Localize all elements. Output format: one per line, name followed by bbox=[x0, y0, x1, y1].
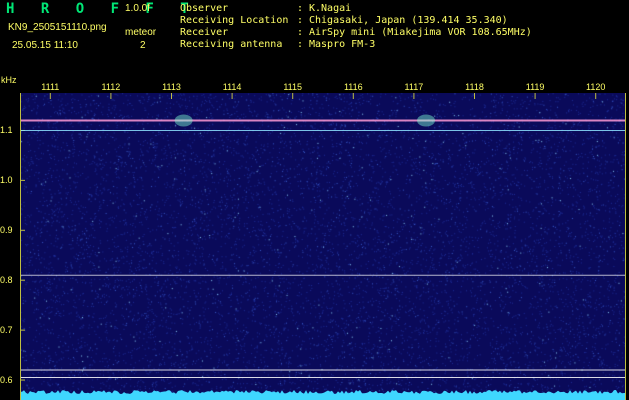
x-tick-label: 1116 bbox=[343, 82, 363, 92]
meteor-count: 2 bbox=[140, 40, 146, 51]
app-title: H R O F F T bbox=[6, 1, 198, 17]
info-row-receiver: Receiver: AirSpy mini (Miakejima VOR 108.… bbox=[180, 27, 532, 39]
x-tick-label: 1114 bbox=[222, 82, 242, 92]
x-tick-label: 1111 bbox=[41, 82, 60, 92]
meteor-echo bbox=[417, 114, 436, 127]
header-panel: H R O F F T 1.0.0f KN9_2505151110.png me… bbox=[0, 0, 629, 76]
y-unit-label: kHz bbox=[1, 75, 17, 85]
info-label: Receiver bbox=[180, 27, 229, 38]
meteor-echo bbox=[174, 114, 193, 127]
info-value: AirSpy mini (Miakejima VOR 108.65MHz) bbox=[309, 27, 532, 38]
info-value: Maspro FM-3 bbox=[309, 39, 376, 50]
x-tick-label: 1113 bbox=[162, 82, 181, 92]
y-tick-label: 1.1 bbox=[0, 125, 13, 136]
datetime-label: 25.05.15 11:10 bbox=[12, 40, 78, 51]
y-tick-label: 1.0 bbox=[0, 175, 13, 186]
info-separator: : bbox=[297, 27, 304, 38]
signal-trace bbox=[20, 390, 626, 400]
x-tick-label: 1120 bbox=[586, 82, 606, 92]
station-info: Observer: K.Nagai Receiving Location: Chig… bbox=[180, 3, 532, 51]
spectrogram[interactable] bbox=[20, 93, 626, 400]
y-tick-label: 0.9 bbox=[0, 225, 13, 236]
x-tick-label: 1117 bbox=[404, 82, 424, 92]
info-separator: : bbox=[297, 3, 304, 14]
y-tick-label: 0.6 bbox=[0, 375, 13, 386]
filename-label: KN9_2505151110.png bbox=[8, 22, 107, 33]
info-label: Receiving Location bbox=[180, 15, 289, 26]
info-separator: : bbox=[297, 15, 304, 26]
meteor-label: meteor bbox=[125, 27, 157, 38]
info-row-location: Receiving Location: Chigasaki, Japan (139… bbox=[180, 15, 532, 27]
info-value: Chigasaki, Japan (139.414 35.340) bbox=[309, 15, 508, 26]
x-tick-label: 1115 bbox=[283, 82, 303, 92]
info-row-antenna: Receiving antenna: Maspro FM-3 bbox=[180, 39, 532, 51]
version-label: 1.0.0f bbox=[125, 3, 151, 14]
spectrogram-overlay bbox=[20, 93, 626, 400]
y-tick-label: 0.8 bbox=[0, 275, 13, 286]
y-tick-label: 0.7 bbox=[0, 325, 13, 336]
x-tick-label: 1112 bbox=[101, 82, 121, 92]
info-value: K.Nagai bbox=[309, 3, 352, 14]
info-label: Observer bbox=[180, 3, 229, 14]
x-tick-label: 1119 bbox=[525, 82, 545, 92]
info-row-observer: Observer: K.Nagai bbox=[180, 3, 532, 15]
info-label: Receiving antenna bbox=[180, 39, 283, 50]
x-tick-label: 1118 bbox=[465, 82, 484, 92]
info-separator: : bbox=[297, 39, 304, 50]
